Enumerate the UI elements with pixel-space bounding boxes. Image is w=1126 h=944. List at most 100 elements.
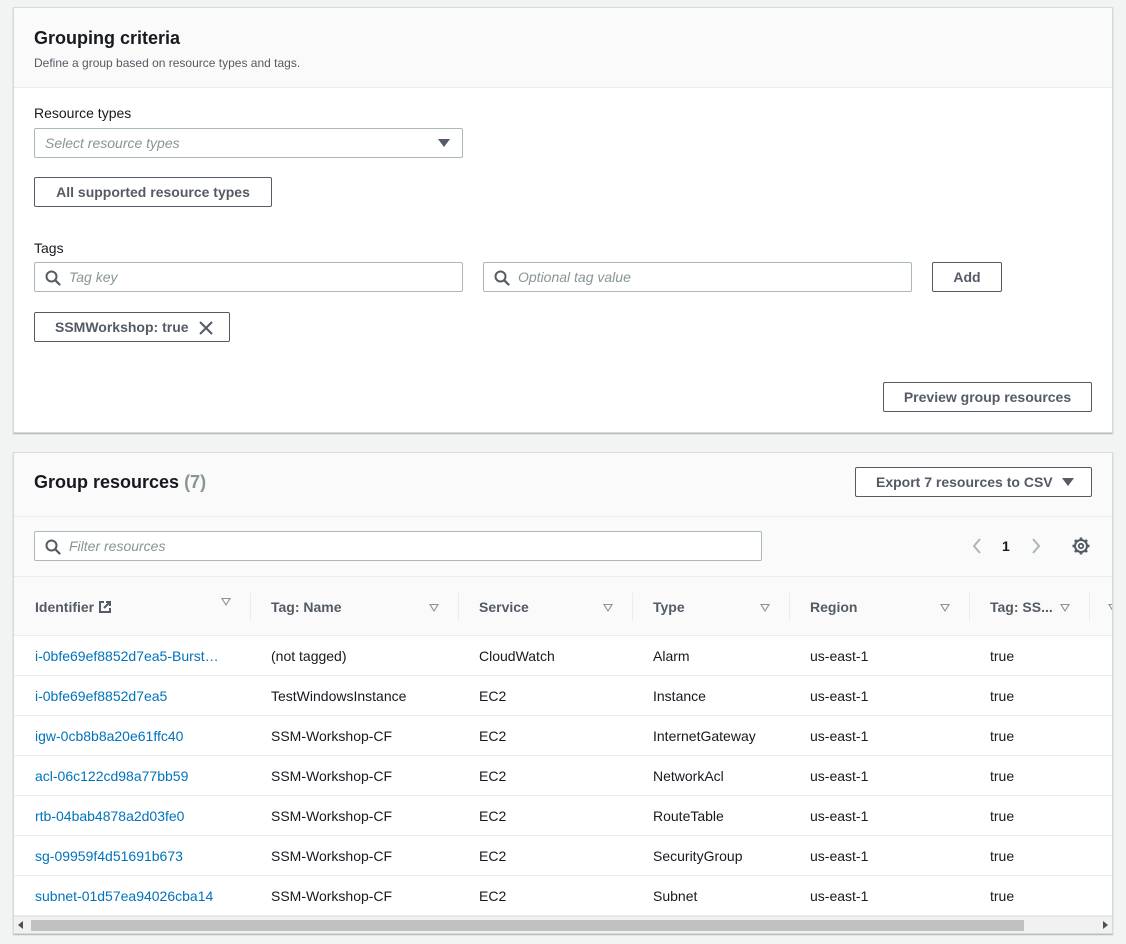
column-divider (632, 593, 633, 621)
tag-value-placeholder: Optional tag value (518, 269, 631, 285)
cell-tag-ssmworkshop: true (990, 848, 1015, 864)
cell-identifier[interactable]: i-0bfe69ef8852d7ea5-Burst… (35, 636, 235, 676)
scrollbar-thumb[interactable] (31, 920, 1024, 931)
cell-service: EC2 (479, 768, 507, 784)
search-icon (45, 539, 61, 555)
cell-service: EC2 (479, 848, 507, 864)
filter-resources-placeholder: Filter resources (69, 538, 166, 554)
resource-types-select[interactable]: Select resource types (34, 128, 463, 158)
tag-token: SSMWorkshop: true (34, 312, 230, 342)
sort-icon[interactable] (940, 604, 950, 612)
cell-region: us-east-1 (810, 888, 869, 904)
cell-service: EC2 (479, 688, 507, 704)
column-header-identifier[interactable]: Identifier (35, 577, 112, 636)
scroll-left-arrow-icon[interactable] (18, 921, 23, 929)
cell-tag-ssmworkshop: true (990, 688, 1015, 704)
cell-tag-name: SSM-Workshop-CF (271, 728, 393, 744)
tag-token-label: SSMWorkshop: true (55, 319, 189, 335)
cell-type: NetworkAcl (653, 768, 724, 784)
sort-icon[interactable] (760, 604, 770, 612)
gear-icon[interactable] (1072, 537, 1090, 555)
tag-key-input[interactable]: Tag key (34, 262, 463, 292)
cell-region: us-east-1 (810, 848, 869, 864)
close-icon[interactable] (198, 320, 214, 336)
export-csv-button[interactable]: Export 7 resources to CSV (855, 467, 1092, 497)
cell-type: Subnet (653, 888, 698, 904)
cell-identifier[interactable]: rtb-04bab4878a2d03fe0 (35, 796, 235, 836)
cell-tag-ssmworkshop: true (990, 808, 1015, 824)
grouping-criteria-description: Define a group based on resource types a… (34, 56, 301, 70)
tag-key-placeholder: Tag key (69, 269, 118, 285)
cell-tag-name: SSM-Workshop-CF (271, 768, 393, 784)
cell-tag-name: SSM-Workshop-CF (271, 888, 393, 904)
add-tag-button[interactable]: Add (932, 262, 1002, 292)
cell-identifier[interactable]: igw-0cb8b8a20e61ffc40 (35, 716, 235, 756)
horizontal-scrollbar[interactable] (14, 916, 1112, 933)
resource-types-placeholder: Select resource types (45, 135, 180, 151)
export-csv-label: Export 7 resources to CSV (876, 474, 1053, 490)
group-resources-panel: Group resources (7) Export 7 resources t… (13, 452, 1113, 934)
cell-identifier[interactable]: i-0bfe69ef8852d7ea5 (35, 676, 235, 716)
table-row: rtb-04bab4878a2d03fe0 SSM-Workshop-CF EC2 R… (14, 796, 1112, 836)
current-page-number[interactable]: 1 (1002, 538, 1010, 554)
cell-identifier[interactable]: subnet-01d57ea94026cba14 (35, 876, 235, 916)
cell-tag-name: SSM-Workshop-CF (271, 808, 393, 824)
search-icon (45, 270, 61, 286)
cell-identifier[interactable]: sg-09959f4d51691b673 (35, 836, 235, 876)
sort-icon[interactable] (603, 604, 613, 612)
table-row: subnet-01d57ea94026cba14 SSM-Workshop-CF E… (14, 876, 1112, 916)
filter-resources-input[interactable]: Filter resources (34, 531, 762, 561)
cell-region: us-east-1 (810, 648, 869, 664)
table-row: sg-09959f4d51691b673 SSM-Workshop-CF EC2 Se… (14, 836, 1112, 876)
tags-label: Tags (34, 240, 64, 256)
table-header: Identifier Tag: Name Service Type Region… (14, 577, 1112, 636)
grouping-criteria-title: Grouping criteria (34, 28, 181, 48)
cell-tag-ssmworkshop: true (990, 888, 1015, 904)
sort-icon[interactable] (429, 604, 439, 612)
column-divider (789, 593, 790, 621)
cell-identifier[interactable]: acl-06c122cd98a77bb59 (35, 756, 235, 796)
chevron-right-icon[interactable] (1030, 537, 1042, 555)
column-header-tag-name[interactable]: Tag: Name (271, 577, 342, 636)
sort-icon[interactable] (1108, 604, 1112, 612)
group-resources-title: Group resources (7) (34, 472, 206, 493)
table-row: i-0bfe69ef8852d7ea5-Burst… (not tagged) Cl… (14, 636, 1112, 676)
resource-count: (7) (184, 472, 207, 492)
tag-value-input[interactable]: Optional tag value (483, 262, 912, 292)
cell-type: RouteTable (653, 808, 724, 824)
table-row: i-0bfe69ef8852d7ea5 TestWindowsInstance EC… (14, 676, 1112, 716)
table-row: igw-0cb8b8a20e61ffc40 SSM-Workshop-CF EC2 I… (14, 716, 1112, 756)
resource-types-label: Resource types (34, 105, 132, 121)
caret-down-icon (1062, 478, 1074, 486)
cell-region: us-east-1 (810, 808, 869, 824)
column-header-service[interactable]: Service (479, 577, 529, 636)
scroll-right-arrow-icon[interactable] (1103, 921, 1108, 929)
column-divider (1089, 593, 1090, 621)
sort-icon[interactable] (1060, 604, 1070, 612)
search-icon (494, 270, 510, 286)
caret-down-icon (438, 139, 450, 147)
cell-region: us-east-1 (810, 768, 869, 784)
column-header-region[interactable]: Region (810, 577, 857, 636)
cell-service: EC2 (479, 728, 507, 744)
grouping-criteria-header: Grouping criteria Define a group based o… (14, 8, 1112, 88)
cell-tag-ssmworkshop: true (990, 768, 1015, 784)
grouping-criteria-panel: Grouping criteria Define a group based o… (13, 7, 1113, 433)
cell-type: Alarm (653, 648, 690, 664)
cell-type: InternetGateway (653, 728, 756, 744)
cell-type: Instance (653, 688, 706, 704)
group-resources-header: Group resources (7) Export 7 resources t… (14, 453, 1112, 517)
all-supported-resource-types-button[interactable]: All supported resource types (34, 177, 272, 207)
table-toolbar: Filter resources 1 (14, 517, 1112, 577)
cell-region: us-east-1 (810, 728, 869, 744)
sort-icon[interactable] (221, 598, 231, 606)
table-row: acl-06c122cd98a77bb59 SSM-Workshop-CF EC2 N… (14, 756, 1112, 796)
cell-tag-ssmworkshop: true (990, 648, 1015, 664)
preview-group-resources-button[interactable]: Preview group resources (883, 382, 1092, 412)
group-resources-title-text: Group resources (34, 472, 180, 492)
chevron-left-icon[interactable] (971, 537, 983, 555)
cell-type: SecurityGroup (653, 848, 743, 864)
cell-tag-name: TestWindowsInstance (271, 688, 407, 704)
column-header-type[interactable]: Type (653, 577, 685, 636)
column-header-tag-ssmworkshop[interactable]: Tag: SS... (990, 577, 1053, 636)
